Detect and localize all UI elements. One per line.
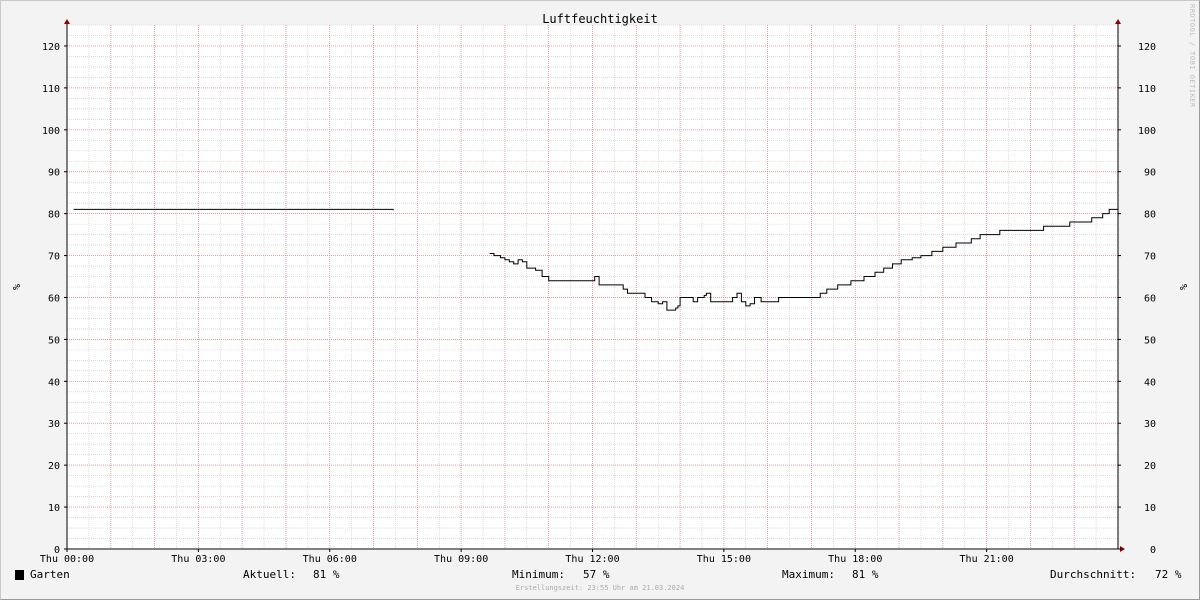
watermark: RRDTOOL / TOBI OETIKER — [1188, 4, 1196, 108]
x-tick-label: Thu 03:00 — [171, 554, 225, 565]
legend-max-label: Maximum: — [782, 568, 835, 581]
y-tick-label-right: 100 — [1138, 126, 1156, 137]
y-tick-label-left: 90 — [48, 168, 60, 179]
y-axis-arrow-right — [1115, 19, 1121, 24]
legend-current-label: Aktuell: — [243, 568, 296, 581]
y-tick-label-left: 30 — [48, 419, 60, 430]
x-tick-label: Thu 06:00 — [303, 554, 357, 565]
x-tick-label: Thu 12:00 — [565, 554, 619, 565]
y-tick-label-right: 30 — [1144, 419, 1156, 430]
y-tick-label-right: 40 — [1144, 377, 1156, 388]
legend-min-label: Minimum: — [512, 568, 565, 581]
y-tick-label-right: 110 — [1138, 84, 1156, 95]
legend-avg-value: 72 % — [1155, 568, 1182, 581]
y-tick-label-left: 50 — [48, 335, 60, 346]
legend-min-value: 57 % — [583, 568, 610, 581]
x-tick-label: Thu 18:00 — [828, 554, 882, 565]
legend: Garten Aktuell: 81 % Minimum: 57 % Maxim… — [0, 568, 1200, 584]
y-tick-label-right: 20 — [1144, 461, 1156, 472]
y-tick-label-right: 120 — [1138, 42, 1156, 53]
x-tick-label: Thu 21:00 — [960, 554, 1014, 565]
y-tick-label-right: 90 — [1144, 168, 1156, 179]
y-axis-label-left: % — [10, 284, 21, 290]
y-tick-label-left: 40 — [48, 377, 60, 388]
y-tick-label-left: 110 — [42, 84, 60, 95]
y-tick-label-left: 10 — [48, 503, 60, 514]
y-tick-label-right: 10 — [1144, 503, 1156, 514]
y-tick-label-left: 120 — [42, 42, 60, 53]
x-tick-label: Thu 15:00 — [697, 554, 751, 565]
humidity-chart: 0 010 1020 2030 3040 4050 5060 6070 7080 8090 9010… — [10, 12, 1188, 565]
x-tick-label: Thu 09:00 — [434, 554, 488, 565]
y-tick-label-right: 0 — [1150, 545, 1156, 556]
legend-series-name: Garten — [30, 568, 70, 581]
y-tick-label-left: 100 — [42, 126, 60, 137]
y-tick-label-left: 60 — [48, 293, 60, 304]
y-tick-label-right: 60 — [1144, 293, 1156, 304]
y-tick-label-right: 80 — [1144, 210, 1156, 221]
x-tick-label: Thu 00:00 — [40, 554, 94, 565]
legend-current-value: 81 % — [313, 568, 340, 581]
y-tick-label-right: 70 — [1144, 252, 1156, 263]
y-axis-label-right: % — [1177, 284, 1188, 290]
chart-title: Luftfeuchtigkeit — [542, 12, 658, 26]
y-tick-label-left: 20 — [48, 461, 60, 472]
y-tick-label-left: 80 — [48, 210, 60, 221]
legend-max-value: 81 % — [852, 568, 879, 581]
footer-timestamp: Erstellungszeit: 23:55 Uhr am 21.03.2024 — [515, 584, 685, 592]
y-tick-label-left: 70 — [48, 252, 60, 263]
legend-avg-label: Durchschnitt: — [1050, 568, 1137, 581]
y-tick-label-right: 50 — [1144, 335, 1156, 346]
y-axis-arrow-left — [64, 19, 70, 24]
